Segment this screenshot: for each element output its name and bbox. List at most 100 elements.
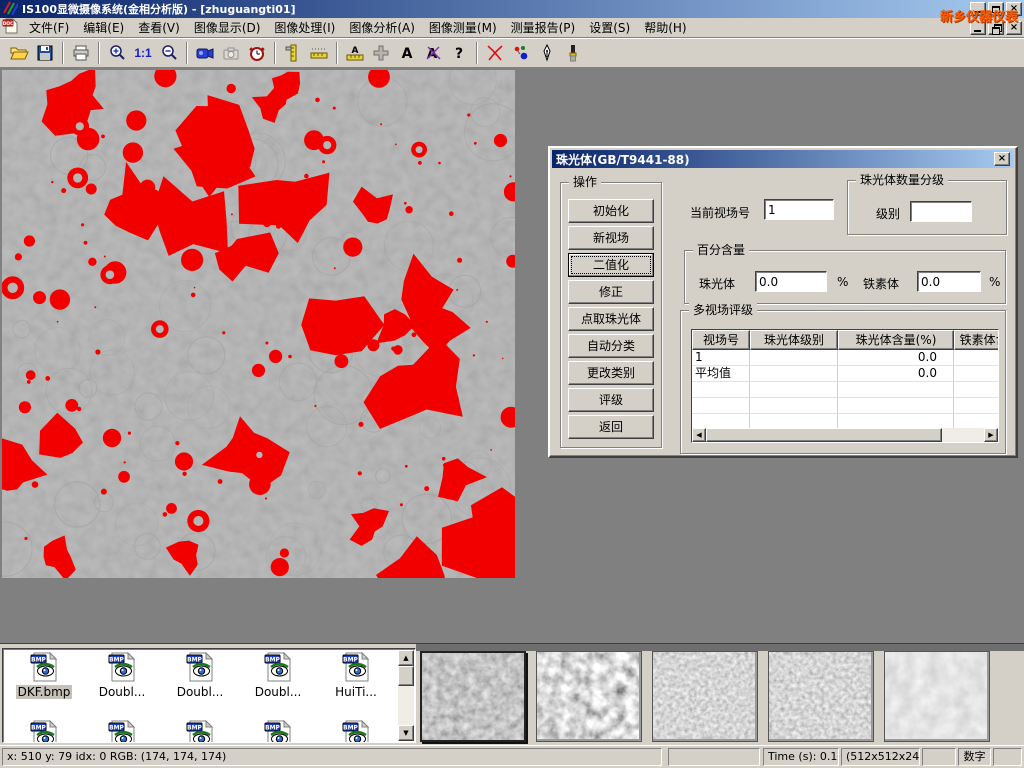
text-style-button[interactable]: A bbox=[420, 41, 446, 66]
camera-button[interactable] bbox=[218, 41, 244, 66]
file-item-3[interactable]: BMPDoubl... bbox=[241, 652, 315, 702]
table-row-0[interactable]: 10.0 bbox=[692, 350, 998, 366]
file-item-row2-2[interactable]: BMP bbox=[163, 720, 237, 743]
curve-measure-button[interactable] bbox=[482, 41, 508, 66]
scrollbar-thumb[interactable] bbox=[706, 428, 942, 442]
file-item-row2-3[interactable]: BMP bbox=[241, 720, 315, 743]
bmp-file-icon: BMP bbox=[29, 720, 59, 743]
op-button-4[interactable]: 点取珠光体 bbox=[568, 307, 654, 331]
thumbnail-4[interactable] bbox=[768, 651, 874, 742]
maximize-button[interactable] bbox=[988, 2, 1004, 16]
table-cell: 0.0 bbox=[838, 366, 954, 382]
measure-text-button[interactable]: A bbox=[342, 41, 368, 66]
close-button[interactable]: × bbox=[1006, 2, 1022, 16]
ruler-button[interactable] bbox=[306, 41, 332, 66]
op-button-3[interactable]: 修正 bbox=[568, 280, 654, 304]
toolbar-separator bbox=[274, 42, 276, 64]
file-name: DKF.bmp bbox=[16, 685, 73, 699]
table-header-2[interactable]: 珠光体含量(%) bbox=[838, 330, 954, 350]
minimize-button[interactable] bbox=[970, 2, 986, 16]
specimen-image[interactable] bbox=[2, 70, 515, 578]
table-row-2[interactable] bbox=[692, 382, 998, 398]
table-cell bbox=[954, 398, 999, 414]
thumbnail-2[interactable] bbox=[536, 651, 642, 742]
scroll-down-button[interactable]: ▼ bbox=[398, 725, 414, 741]
menu-item-1[interactable]: 编辑(E) bbox=[76, 17, 131, 38]
current-view-input[interactable] bbox=[764, 199, 834, 220]
menu-item-5[interactable]: 图像分析(A) bbox=[342, 17, 422, 38]
app-icon bbox=[2, 0, 18, 19]
print-button[interactable] bbox=[68, 41, 94, 66]
menu-item-4[interactable]: 图像处理(I) bbox=[267, 17, 342, 38]
table-horizontal-scrollbar[interactable]: ◀ ▶ bbox=[692, 428, 998, 442]
file-item-row2-1[interactable]: BMP bbox=[85, 720, 159, 743]
text-annotation-button[interactable]: A bbox=[394, 41, 420, 66]
zoom-out-button[interactable] bbox=[156, 41, 182, 66]
table-header-0[interactable]: 视场号 bbox=[692, 330, 750, 350]
op-button-0[interactable]: 初始化 bbox=[568, 199, 654, 223]
help-button[interactable]: ? bbox=[446, 41, 472, 66]
toolbar-separator bbox=[476, 42, 478, 64]
brush-button[interactable] bbox=[560, 41, 586, 66]
dialog-close-button[interactable]: × bbox=[994, 152, 1010, 166]
mdi-restore-button[interactable] bbox=[988, 21, 1004, 35]
op-button-6[interactable]: 更改类别 bbox=[568, 361, 654, 385]
scroll-left-button[interactable]: ◀ bbox=[692, 428, 706, 442]
caliper-button[interactable] bbox=[280, 41, 306, 66]
table-header-1[interactable]: 珠光体级别 bbox=[750, 330, 838, 350]
zoom-in-button[interactable] bbox=[104, 41, 130, 66]
thumbnail-5[interactable] bbox=[884, 651, 990, 742]
menu-item-3[interactable]: 图像显示(D) bbox=[187, 17, 268, 38]
table-header-3[interactable]: 铁素体含量(%) bbox=[954, 330, 999, 350]
ferrite-percent-input[interactable] bbox=[917, 271, 981, 292]
svg-text:A: A bbox=[352, 46, 359, 56]
file-browser-scrollbar[interactable]: ▲ ▼ bbox=[398, 650, 414, 741]
scroll-right-button[interactable]: ▶ bbox=[984, 428, 998, 442]
table-row-3[interactable] bbox=[692, 398, 998, 414]
bmp-file-icon: BMP bbox=[107, 720, 137, 743]
menu-item-0[interactable]: 文件(F) bbox=[22, 17, 76, 38]
pearlite-percent-input[interactable] bbox=[755, 271, 827, 292]
toolbar: 1:1 A A A bbox=[0, 38, 1024, 68]
menu-item-2[interactable]: 查看(V) bbox=[131, 17, 187, 38]
op-button-2[interactable]: 二值化 bbox=[568, 253, 654, 277]
menu-item-6[interactable]: 图像测量(M) bbox=[422, 17, 504, 38]
op-button-8[interactable]: 返回 bbox=[568, 415, 654, 439]
file-item-1[interactable]: BMPDoubl... bbox=[85, 652, 159, 702]
color-classify-button[interactable] bbox=[508, 41, 534, 66]
file-item-2[interactable]: BMPDoubl... bbox=[163, 652, 237, 702]
open-folder-button[interactable] bbox=[6, 41, 32, 66]
file-item-row2-0[interactable]: BMP bbox=[7, 720, 81, 743]
op-button-5[interactable]: 自动分类 bbox=[568, 334, 654, 358]
file-name: Doubl... bbox=[97, 685, 148, 699]
mdi-close-button[interactable]: × bbox=[1006, 21, 1022, 35]
pearlite-dialog: 珠光体(GB/T9441-88) × 操作 初始化新视场二值化修正点取珠光体自动… bbox=[548, 146, 1018, 458]
scrollbar-thumb[interactable] bbox=[398, 666, 414, 686]
bmp-file-icon: BMP bbox=[29, 652, 59, 682]
level-input[interactable] bbox=[910, 201, 972, 222]
table-cell bbox=[692, 398, 750, 414]
menu-item-9[interactable]: 帮助(H) bbox=[637, 17, 693, 38]
mdi-minimize-button[interactable] bbox=[970, 21, 986, 35]
table-row-1[interactable]: 平均值0.0 bbox=[692, 366, 998, 382]
title-bar: IS100显微摄像系统(金相分析版) - [zhuguangti01] × bbox=[0, 0, 1024, 18]
bmp-file-icon: BMP bbox=[341, 652, 371, 682]
op-button-1[interactable]: 新视场 bbox=[568, 226, 654, 250]
file-item-0[interactable]: BMP DKF.bmp bbox=[7, 652, 81, 702]
move-cross-button[interactable] bbox=[368, 41, 394, 66]
menu-item-8[interactable]: 设置(S) bbox=[582, 17, 637, 38]
save-button[interactable] bbox=[32, 41, 58, 66]
pearlite-label: 珠光体 bbox=[699, 275, 735, 292]
alarm-clock-button[interactable] bbox=[244, 41, 270, 66]
pen-button[interactable] bbox=[534, 41, 560, 66]
file-item-4[interactable]: BMPHuiTi... bbox=[319, 652, 393, 702]
file-item-row2-4[interactable]: BMP bbox=[319, 720, 393, 743]
scroll-up-button[interactable]: ▲ bbox=[398, 650, 414, 666]
thumbnail-3[interactable] bbox=[652, 651, 758, 742]
actual-size-button[interactable]: 1:1 bbox=[130, 41, 156, 66]
thumbnail-1[interactable] bbox=[420, 651, 526, 742]
video-camera-button[interactable] bbox=[192, 41, 218, 66]
op-button-7[interactable]: 评级 bbox=[568, 388, 654, 412]
dialog-title-bar[interactable]: 珠光体(GB/T9441-88) × bbox=[552, 150, 1014, 168]
menu-item-7[interactable]: 测量报告(P) bbox=[504, 17, 583, 38]
